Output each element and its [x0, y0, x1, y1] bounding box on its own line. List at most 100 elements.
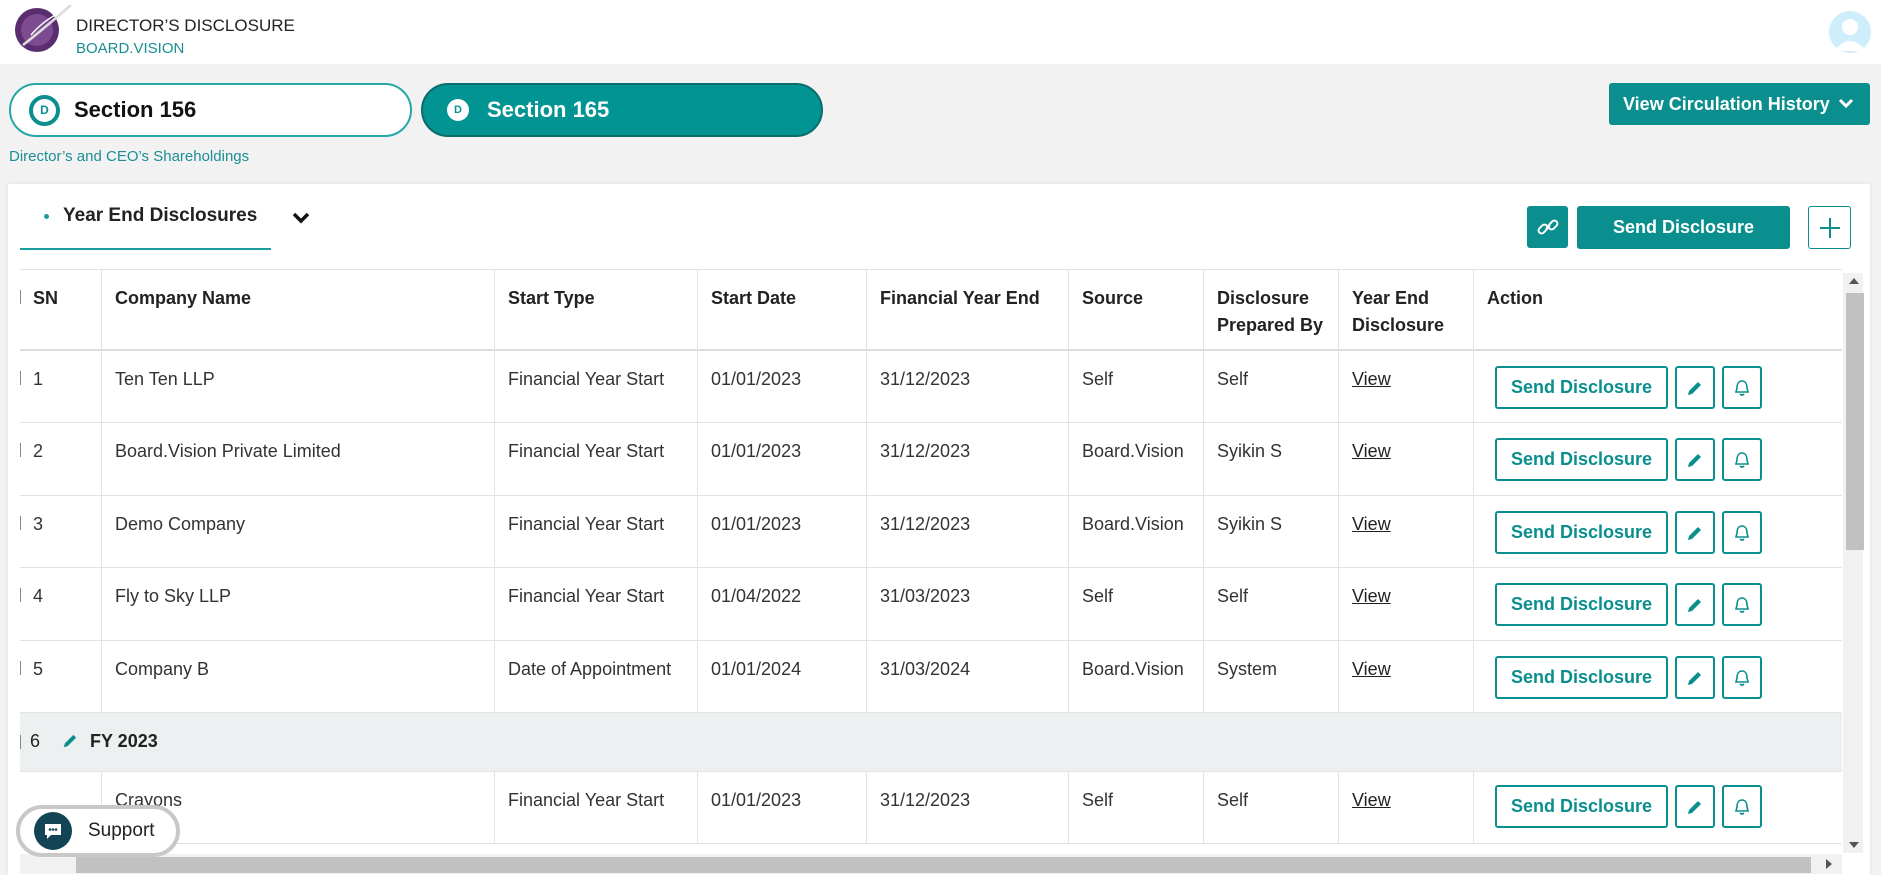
cell-start-type: Financial Year Start [495, 496, 698, 567]
view-link[interactable]: View [1352, 441, 1391, 461]
reminder-button[interactable] [1722, 656, 1762, 699]
scroll-down-icon[interactable] [1849, 841, 1859, 849]
view-link[interactable]: View [1352, 586, 1391, 606]
table-row: 2 Board.Vision Private Limited Financial… [20, 423, 1842, 496]
edit-button[interactable] [1675, 366, 1715, 409]
app-title: DIRECTOR’S DISCLOSURE [76, 16, 295, 35]
app-subtitle: BOARD.VISION [76, 40, 185, 57]
send-disclosure-button[interactable]: Send Disclosure [1495, 511, 1668, 554]
horizontal-scrollbar[interactable] [20, 854, 1842, 874]
bell-icon [1734, 524, 1750, 541]
column-header-start-date[interactable]: Start Date [698, 270, 867, 352]
reminder-button[interactable] [1722, 438, 1762, 481]
tab-year-end-disclosures[interactable]: Year End Disclosures [20, 184, 271, 250]
column-header-company[interactable]: Company Name [102, 270, 495, 352]
send-disclosure-button[interactable]: Send Disclosure [1495, 785, 1668, 828]
section-description: Director’s and CEO’s Shareholdings [9, 148, 250, 165]
cell-year-end-disclosure: View [1339, 568, 1474, 640]
cell-start-type: Financial Year Start [495, 568, 698, 640]
cell-prepared-by: Syikin S [1204, 496, 1339, 567]
cell-company: Ten Ten LLP [102, 351, 495, 422]
feather-logo-icon[interactable] [13, 3, 73, 53]
subtab-label: Year End Disclosures [63, 205, 258, 226]
send-disclosure-button[interactable]: Send Disclosure [1495, 583, 1668, 626]
column-header-start-type[interactable]: Start Type [495, 270, 698, 352]
cell-source: Board.Vision [1069, 496, 1204, 567]
bell-icon [1734, 379, 1750, 396]
reminder-button[interactable] [1722, 785, 1762, 828]
column-header-financial-year-end[interactable]: Financial Year End [867, 270, 1069, 352]
table-row: Crayons Financial Year Start 01/01/2023 … [20, 772, 1842, 844]
pencil-icon [1688, 671, 1701, 685]
view-link[interactable]: View [1352, 659, 1391, 679]
table-header: SN Company Name Start Type Start Date Fi… [20, 269, 1842, 352]
cell-company: Fly to Sky LLP [102, 568, 495, 640]
support-button[interactable]: Support [16, 805, 180, 857]
tab-label: Section 165 [487, 97, 610, 122]
table-row: 5 Company B Date of Appointment 01/01/20… [20, 641, 1842, 713]
view-link[interactable]: View [1352, 514, 1391, 534]
column-header-sn[interactable]: SN [20, 270, 102, 352]
tab-section-156[interactable]: D Section 156 [9, 83, 412, 137]
cell-prepared-by: Self [1204, 772, 1339, 843]
pencil-icon [1688, 453, 1701, 467]
edit-button[interactable] [1675, 583, 1715, 626]
cell-start-date: 01/04/2022 [698, 568, 867, 640]
scroll-right-icon[interactable] [1825, 859, 1833, 869]
view-circulation-history-button[interactable]: View Circulation History [1609, 83, 1870, 125]
group-row: 6 FY 2023 [20, 713, 1842, 772]
chevron-down-icon[interactable] [290, 206, 312, 228]
cell-company: Demo Company [102, 496, 495, 567]
send-disclosure-button[interactable]: Send Disclosure [1495, 656, 1668, 699]
send-disclosure-button[interactable]: Send Disclosure [1577, 206, 1790, 249]
column-header-year-end-disclosure[interactable]: Year End Disclosure [1339, 270, 1474, 352]
view-link[interactable]: View [1352, 369, 1391, 389]
edit-button[interactable] [1675, 511, 1715, 554]
pencil-icon [1688, 598, 1701, 612]
reminder-button[interactable] [1722, 511, 1762, 554]
cell-sn: 5 [20, 641, 102, 712]
cell-start-type: Financial Year Start [495, 423, 698, 495]
cell-sn: 1 [20, 351, 102, 422]
bell-icon [1734, 669, 1750, 686]
reminder-button[interactable] [1722, 583, 1762, 626]
edit-button[interactable] [1675, 785, 1715, 828]
reminder-button[interactable] [1722, 366, 1762, 409]
tab-label: Section 156 [74, 97, 197, 122]
vertical-scrollbar[interactable] [1843, 273, 1864, 853]
cell-financial-year-end: 31/12/2023 [867, 772, 1069, 843]
edit-button[interactable] [1675, 656, 1715, 699]
cell-prepared-by: Self [1204, 351, 1339, 422]
tab-section-165[interactable]: D Section 165 [421, 83, 823, 137]
view-link[interactable]: View [1352, 790, 1391, 810]
user-avatar-icon[interactable] [1829, 11, 1871, 53]
add-button[interactable] [1808, 206, 1851, 249]
bullet-icon [44, 213, 49, 219]
chat-bubble-icon [34, 812, 72, 850]
cell-year-end-disclosure: View [1339, 496, 1474, 567]
table-row: 4 Fly to Sky LLP Financial Year Start 01… [20, 568, 1842, 641]
horizontal-scroll-thumb[interactable] [76, 857, 1811, 873]
send-disclosure-button[interactable]: Send Disclosure [1495, 366, 1668, 409]
bell-icon [1734, 798, 1750, 815]
link-icon [1537, 219, 1558, 235]
pencil-icon [1688, 800, 1701, 814]
pencil-icon[interactable] [62, 732, 79, 749]
disclosures-table: SN Company Name Start Type Start Date Fi… [20, 269, 1842, 854]
column-header-prepared-by[interactable]: Disclosure Prepared By [1204, 270, 1339, 352]
cell-source: Self [1069, 568, 1204, 640]
cell-prepared-by: System [1204, 641, 1339, 712]
cell-financial-year-end: 31/12/2023 [867, 423, 1069, 495]
send-disclosure-button[interactable]: Send Disclosure [1495, 438, 1668, 481]
edit-button[interactable] [1675, 438, 1715, 481]
cell-sn: 3 [20, 496, 102, 567]
cell-start-type: Date of Appointment [495, 641, 698, 712]
scroll-up-icon[interactable] [1849, 277, 1859, 285]
section-badge: D [29, 94, 60, 126]
cell-source: Self [1069, 351, 1204, 422]
vertical-scroll-thumb[interactable] [1846, 293, 1864, 550]
column-header-source[interactable]: Source [1069, 270, 1204, 352]
cell-year-end-disclosure: View [1339, 772, 1474, 843]
copy-link-button[interactable] [1527, 206, 1568, 248]
cell-prepared-by: Syikin S [1204, 423, 1339, 495]
